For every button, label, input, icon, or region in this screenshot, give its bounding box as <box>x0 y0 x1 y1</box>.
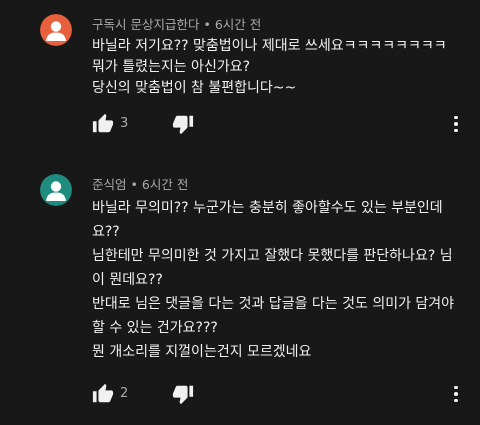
comment-meta: 준식엄 • 6시간 전 <box>92 174 188 193</box>
comment-line: 바닐라 저기요?? 맞춤법이나 제대로 쓰세요ㅋㅋㅋㅋㅋㅋㅋㅋ <box>92 38 447 54</box>
person-silhouette-icon <box>40 174 72 206</box>
thumbs-up-icon[interactable] <box>92 113 114 135</box>
thumbs-down-icon[interactable] <box>172 113 194 135</box>
timestamp[interactable]: 6시간 전 <box>142 177 188 192</box>
author-name[interactable]: 구독시 문상지급한다 <box>92 17 199 32</box>
comment-line: 당신의 맞춤법이 참 불편합니다~~ <box>92 80 297 96</box>
comment-text: 바닐라 저기요?? 맞춤법이나 제대로 쓰세요ㅋㅋㅋㅋㅋㅋㅋㅋ 뭐가 틀렸는지는… <box>92 36 462 99</box>
comment-line: 뭐가 틀렸는지는 아신가요? <box>92 59 251 75</box>
thumbs-down-icon[interactable] <box>172 383 194 405</box>
timestamp[interactable]: 6시간 전 <box>215 17 261 32</box>
comment-line: 반대로 님은 댓글을 다는 것과 답글을 다는 것도 의미가 담겨야 <box>92 296 455 312</box>
comment-line: 요?? <box>92 224 120 240</box>
comment-1: 구독시 문상지급한다 • 6시간 전 바닐라 저기요?? 맞춤법이나 제대로 쓰세요… <box>0 0 480 140</box>
avatar[interactable] <box>40 174 72 206</box>
like-count: 2 <box>120 386 129 401</box>
thumbs-up-icon[interactable] <box>92 383 114 405</box>
more-vert-icon[interactable] <box>448 382 464 406</box>
comment-2: 준식엄 • 6시간 전 바닐라 무의미?? 누군가는 충분히 좋아할수도 있는 부분… <box>0 160 480 425</box>
comment-line: 님한테만 무의미한 것 가지고 잘했다 못했다를 판단하나요? 님 <box>92 248 453 264</box>
comment-line: 할 수 있는 건가요??? <box>92 320 218 336</box>
author-name[interactable]: 준식엄 <box>92 177 127 192</box>
comment-meta: 구독시 문상지급한다 • 6시간 전 <box>92 14 261 33</box>
comment-line: 뭔 개소리를 지껄이는건지 모르겠네요 <box>92 344 312 360</box>
separator-dot: • <box>130 177 138 192</box>
separator-dot: • <box>203 17 211 32</box>
comment-line: 바닐라 무의미?? 누군가는 충분히 좋아할수도 있는 부분인데 <box>92 200 443 216</box>
more-vert-icon[interactable] <box>448 112 464 136</box>
comment-text: 바닐라 무의미?? 누군가는 충분히 좋아할수도 있는 부분인데 요?? 님한테… <box>92 196 462 364</box>
person-silhouette-icon <box>40 14 72 46</box>
comment-line: 이 뭔데요?? <box>92 272 163 288</box>
like-count: 3 <box>120 116 129 131</box>
avatar[interactable] <box>40 14 72 46</box>
